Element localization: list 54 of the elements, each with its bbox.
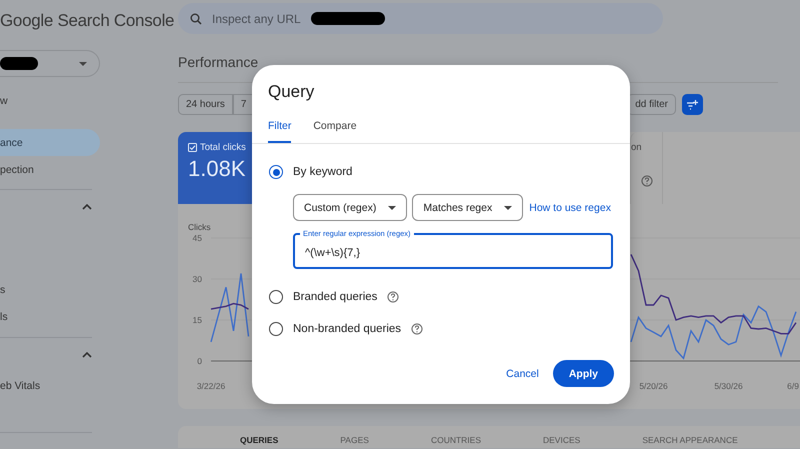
dropdown[interactable]: Matches regex: [412, 194, 524, 221]
table-tab[interactable]: COUNTRIES: [430, 435, 481, 448]
help-icon[interactable]: [641, 175, 653, 187]
dialog-tab[interactable]: Compare: [313, 120, 357, 143]
property-selector[interactable]: [0, 50, 100, 77]
caret-icon[interactable]: [82, 204, 92, 210]
sidebar-item[interactable]: s: [0, 276, 100, 303]
sidebar-item[interactable]: pection: [0, 156, 100, 183]
dialog-tab[interactable]: Filter: [268, 120, 292, 143]
table-tab[interactable]: QUERIES: [240, 435, 278, 448]
axis-tick-label: 6/9: [787, 381, 799, 391]
axis-tick-label: 0: [197, 356, 202, 366]
radio-button[interactable]: [269, 322, 283, 336]
dropdown-arrow-icon: [79, 62, 87, 66]
metric-value: 1.08K: [188, 155, 246, 183]
search-placeholder: Inspect any URL: [212, 12, 301, 26]
axis-tick-label: 5/30/26: [714, 381, 743, 391]
radio-button[interactable]: [269, 290, 283, 304]
apply-button[interactable]: Apply: [552, 360, 614, 387]
table-tab[interactable]: SEARCH APPEARANCE: [642, 435, 738, 448]
dropdown-arrow-icon: [388, 206, 396, 210]
filter-button[interactable]: [682, 94, 703, 115]
help-icon[interactable]: [411, 323, 424, 335]
metric-label: Total clicks: [188, 142, 246, 153]
axis-label: Clicks: [188, 222, 211, 232]
dropdown[interactable]: Custom (regex): [293, 194, 408, 221]
axis-tick-label: 15: [192, 315, 202, 325]
help-link[interactable]: How to use regex: [529, 202, 611, 214]
axis-tick-label: 3/22/26: [196, 381, 226, 391]
axis-tick-label: 5/20/26: [639, 381, 668, 391]
metric-label: on: [631, 142, 642, 153]
search-field[interactable]: Inspect any URL: [178, 3, 663, 34]
app-title: Google Search Console: [0, 11, 176, 31]
checkbox-icon: [188, 143, 197, 152]
option-label: Non-branded queries: [293, 323, 402, 335]
dropdown-arrow-icon: [504, 206, 512, 210]
sidebar-item[interactable]: w: [0, 87, 100, 114]
redaction-mark: [0, 57, 38, 70]
sidebar-item[interactable]: ance: [0, 129, 100, 156]
axis-tick-label: 45: [192, 233, 202, 243]
table-tab[interactable]: DEVICES: [543, 435, 580, 448]
sidebar-item[interactable]: eb Vitals: [0, 372, 100, 399]
axis-tick-label: 30: [192, 274, 202, 284]
filter-add-icon: [687, 100, 698, 110]
option-label: Branded queries: [293, 291, 378, 303]
help-icon[interactable]: [387, 291, 400, 303]
dialog-title: Query: [267, 81, 316, 103]
date-range-chip[interactable]: 24 hours: [178, 94, 233, 115]
search-icon: [190, 12, 202, 24]
cancel-button[interactable]: Cancel: [506, 362, 539, 386]
radio-button[interactable]: [269, 165, 283, 179]
sidebar-item[interactable]: ls: [0, 303, 100, 330]
caret-icon[interactable]: [82, 352, 92, 358]
table-tab[interactable]: PAGES: [340, 435, 369, 448]
